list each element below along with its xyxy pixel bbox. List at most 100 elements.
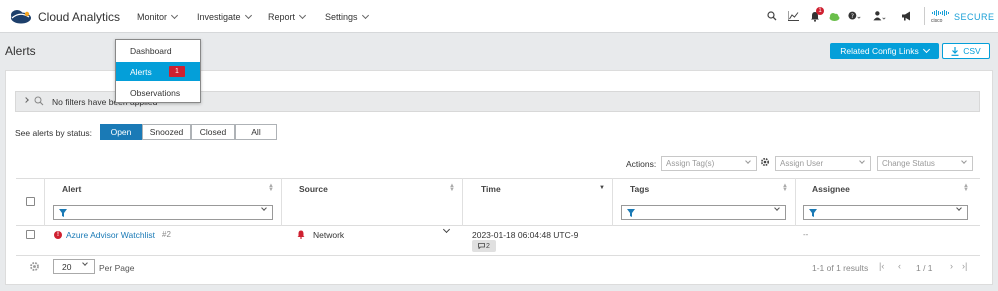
header-divider <box>924 7 925 25</box>
search-icon[interactable] <box>765 9 779 23</box>
assign-tags-placeholder: Assign Tag(s) <box>666 159 715 168</box>
nav-report[interactable]: Report <box>268 11 307 22</box>
status-closed-button[interactable]: Closed <box>191 124 235 140</box>
column-header-alert[interactable]: Alert <box>62 184 81 194</box>
brand-title[interactable]: Cloud Analytics <box>38 10 120 24</box>
cisco-logo-icon: cisco <box>931 10 951 24</box>
column-divider <box>462 178 463 226</box>
assignee-column-filter[interactable] <box>803 205 968 220</box>
chevron-down-icon <box>361 11 369 20</box>
csv-download-button[interactable]: CSV <box>942 43 990 59</box>
nav-monitor[interactable]: Monitor <box>137 11 179 22</box>
chevron-down-icon <box>956 205 962 211</box>
first-page-icon[interactable]: |‹ <box>879 261 884 271</box>
menu-item-observations-label: Observations <box>130 87 181 98</box>
status-filter-label: See alerts by status: <box>15 128 93 138</box>
sort-icon[interactable]: ▲ ▼ <box>449 183 455 193</box>
chevron-down-icon <box>82 260 88 266</box>
column-divider <box>44 178 45 226</box>
column-divider <box>612 178 613 226</box>
nav-settings-label: Settings <box>325 12 358 22</box>
results-count: 1-1 of 1 results <box>812 263 869 273</box>
nav-monitor-label: Monitor <box>137 12 168 22</box>
megaphone-icon[interactable] <box>899 9 913 23</box>
status-snoozed-button[interactable]: Snoozed <box>142 124 191 140</box>
sort-icon[interactable]: ▲ ▼ <box>963 183 969 193</box>
user-icon[interactable] <box>873 9 887 23</box>
alert-name-link[interactable]: Azure Advisor Watchlist <box>66 230 155 240</box>
chevron-down-icon <box>170 11 179 20</box>
column-divider <box>281 178 282 226</box>
top-navigation-bar: Cloud Analytics Monitor Investigate Repo… <box>0 0 998 33</box>
page-indicator: 1 / 1 <box>916 263 933 273</box>
menu-item-dashboard[interactable]: Dashboard <box>116 41 200 60</box>
chevron-down-icon <box>261 205 267 211</box>
column-header-time[interactable]: Time <box>481 184 501 194</box>
assign-user-select[interactable]: Assign User <box>775 156 871 171</box>
assign-tags-select[interactable]: Assign Tag(s) <box>661 156 757 171</box>
help-icon[interactable]: ? <box>848 9 862 23</box>
filter-icon <box>627 209 635 217</box>
previous-page-icon[interactable]: ‹ <box>898 261 901 271</box>
bell-icon <box>297 230 305 239</box>
gear-icon[interactable] <box>760 157 770 167</box>
column-header-assignee[interactable]: Assignee <box>812 184 850 194</box>
per-page-value: 20 <box>62 261 72 272</box>
row-checkbox[interactable] <box>26 230 35 239</box>
sort-icon[interactable]: ▲ ▼ <box>782 183 788 193</box>
cisco-wordmark: cisco <box>931 18 943 24</box>
alert-assignee: -- <box>803 230 809 239</box>
sort-descending-icon[interactable]: ▼ <box>599 185 605 195</box>
select-all-checkbox[interactable] <box>26 197 35 206</box>
secure-wordmark: SECURE <box>954 12 995 22</box>
change-status-select[interactable]: Change Status <box>877 156 973 171</box>
comments-count: 2 <box>486 242 490 250</box>
search-icon <box>34 96 44 106</box>
related-config-links-button[interactable]: Related Config Links <box>830 43 939 59</box>
per-page-label: Per Page <box>99 263 135 273</box>
status-open-button[interactable]: Open <box>100 124 142 140</box>
gear-icon[interactable] <box>29 261 40 272</box>
sort-icon[interactable]: ▲ ▼ <box>268 183 274 193</box>
assign-user-placeholder: Assign User <box>780 159 824 168</box>
nav-settings[interactable]: Settings <box>325 11 369 22</box>
per-page-select[interactable]: 20 <box>53 259 95 274</box>
status-all-button[interactable]: All <box>235 124 277 140</box>
alert-source: Network <box>313 230 345 240</box>
chevron-down-icon <box>244 11 252 20</box>
comment-icon <box>478 243 485 249</box>
nav-investigate[interactable]: Investigate <box>197 11 252 22</box>
nav-report-label: Report <box>268 12 296 22</box>
filter-icon <box>809 209 817 217</box>
alert-severity-icon: ! <box>54 231 62 239</box>
download-icon <box>951 46 959 56</box>
change-status-placeholder: Change Status <box>882 159 935 168</box>
alert-time: 2023-01-18 06:04:48 UTC-9 <box>472 230 579 240</box>
column-header-tags[interactable]: Tags <box>630 184 649 194</box>
menu-item-dashboard-label: Dashboard <box>130 45 172 56</box>
menu-item-observations[interactable]: Observations <box>116 83 200 102</box>
alert-id: #2 <box>162 230 171 239</box>
menu-item-alerts[interactable]: Alerts 1 <box>116 62 200 81</box>
chevron-down-icon <box>298 11 307 20</box>
related-config-links-label: Related Config Links <box>840 46 919 56</box>
actions-label: Actions: <box>626 159 657 169</box>
comments-badge[interactable]: 2 <box>472 240 496 252</box>
filter-icon <box>59 209 67 217</box>
chevron-down-icon <box>961 158 967 164</box>
next-page-icon[interactable]: › <box>950 261 953 271</box>
cloud-analytics-logo-icon[interactable] <box>8 8 32 24</box>
alerts-count-badge: 1 <box>169 66 185 77</box>
menu-item-alerts-label: Alerts <box>130 66 152 77</box>
last-page-icon[interactable]: ›| <box>962 261 967 271</box>
chevron-down-icon <box>859 158 865 164</box>
tags-column-filter[interactable] <box>621 205 786 220</box>
chart-icon[interactable] <box>786 9 800 23</box>
alert-column-filter[interactable] <box>53 205 273 220</box>
column-header-source[interactable]: Source <box>299 184 328 194</box>
cloud-status-icon[interactable] <box>827 9 841 23</box>
csv-label: CSV <box>963 46 981 56</box>
monitor-dropdown-menu: Dashboard Alerts 1 Observations <box>115 39 201 103</box>
chevron-down-icon <box>922 45 930 54</box>
column-divider <box>795 178 796 226</box>
